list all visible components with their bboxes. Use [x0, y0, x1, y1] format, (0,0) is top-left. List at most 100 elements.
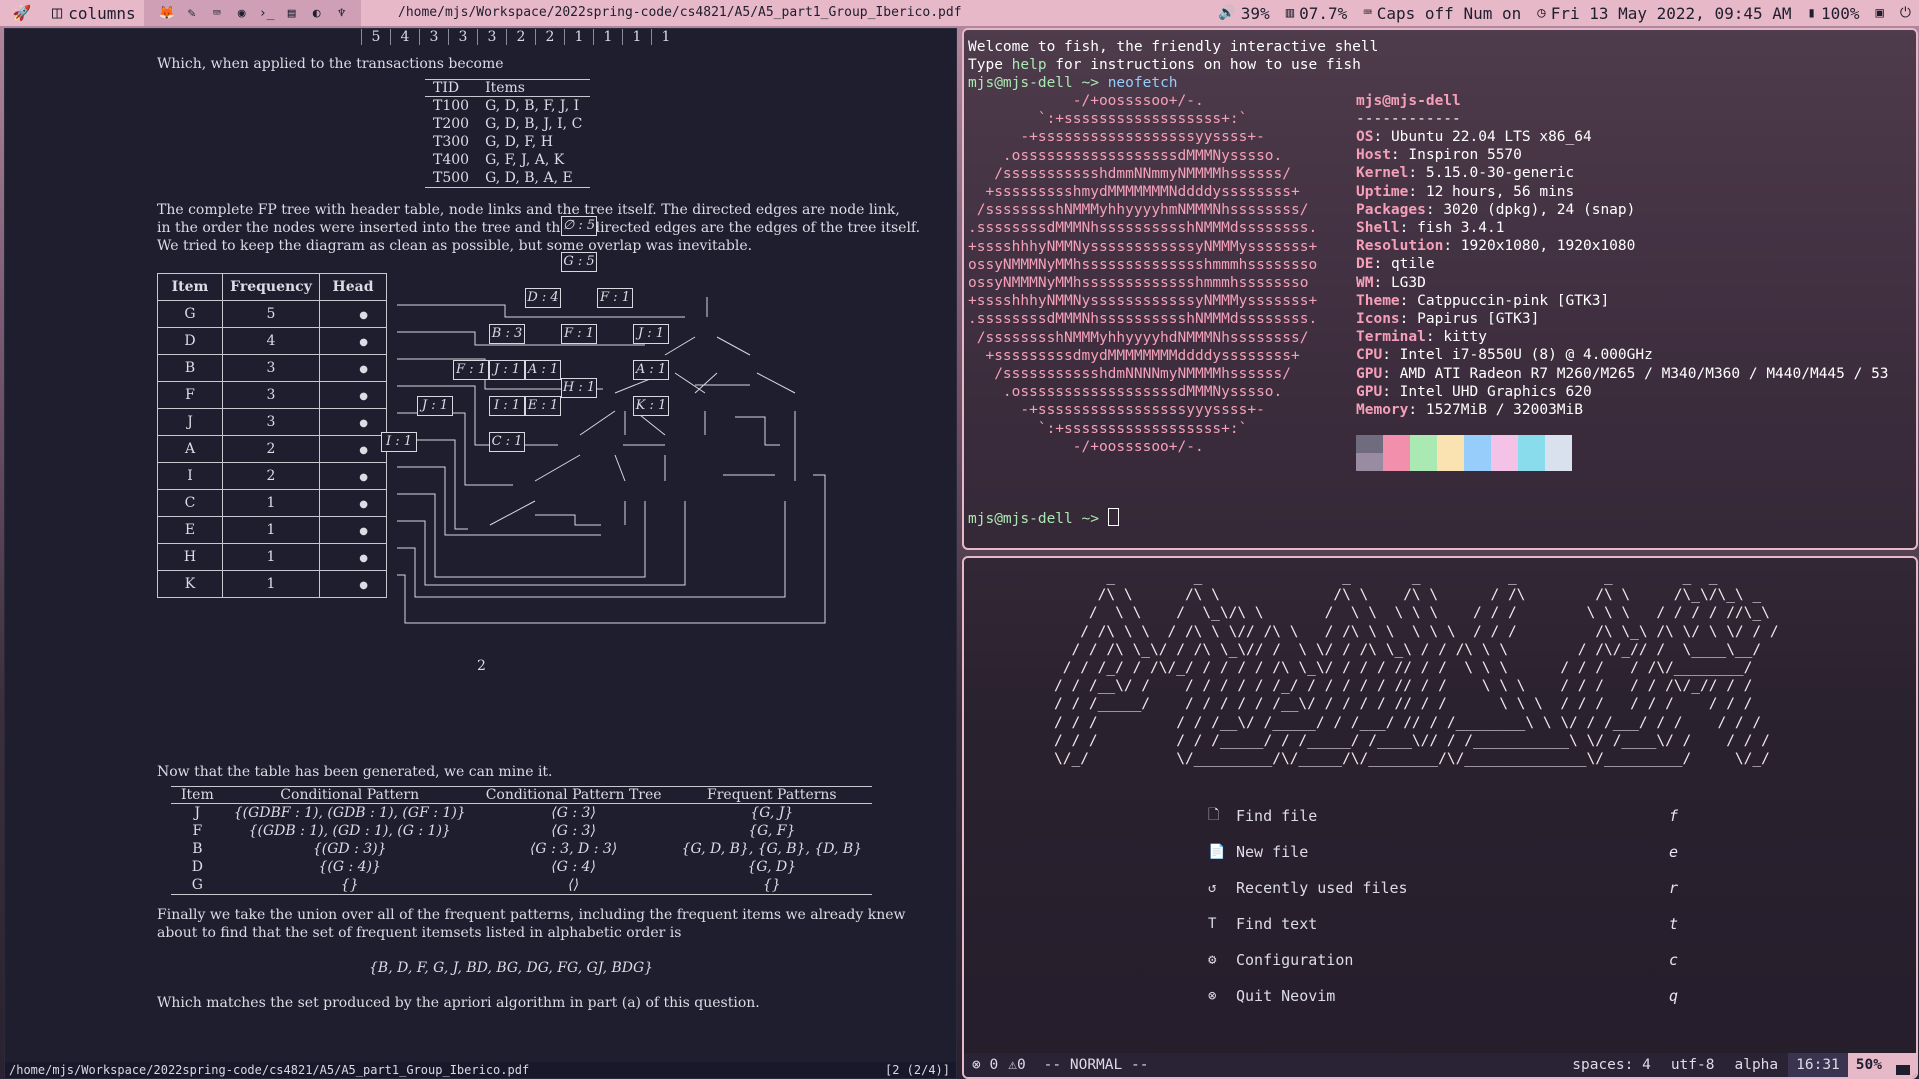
volume-widget[interactable]: 🔊 39%	[1210, 0, 1277, 26]
mining-row: D {(G : 4)} ⟨G : 4⟩ {G, D}	[171, 858, 872, 876]
header-row: A 2 ●	[157, 435, 387, 463]
header-item-cell: A	[157, 435, 223, 463]
ascii-art-line: .ssssssssdMMMNhsssssssssshNMMMdssssssss.	[968, 220, 1318, 237]
screenshot-button[interactable]: ▣	[1867, 0, 1891, 26]
ascii-art-line: -/+oossssoo+/-.	[968, 438, 1204, 455]
color-swatch	[1437, 435, 1464, 453]
dashboard-item-find-text[interactable]: T Find text t	[1208, 906, 1678, 942]
frequent-itemset: {B, D, F, G, J, BD, BG, DG, FG, GJ, BDG}	[369, 960, 654, 976]
ascii-art-line: .ssssssssdMMMNhsssssssssshNMMMdssssssss.	[968, 311, 1318, 328]
fox-app-icon[interactable]: 🦊	[158, 4, 176, 22]
terminal-app-icon[interactable]: ›_	[258, 4, 276, 22]
node-link-dot-icon: ●	[359, 580, 368, 591]
clock-widget[interactable]: ◷ Fri 13 May 2022, 09:45 AM	[1529, 0, 1799, 26]
header-row: D 4 ●	[157, 327, 387, 355]
mining-table: Item Conditional Pattern Conditional Patte…	[171, 786, 873, 895]
nf-separator: ------------	[1356, 111, 1461, 127]
dashboard-item-find-file[interactable]: 🗋 Find file f	[1208, 798, 1678, 834]
dashboard-item-quit-neovim[interactable]: ⊗ Quit Neovim q	[1208, 978, 1678, 1014]
pdf-status-path: /home/mjs/Workspace/2022spring-code/cs48…	[9, 1063, 530, 1077]
dashboard-item-configuration[interactable]: ⚙ Configuration c	[1208, 942, 1678, 978]
top-bar: 🚀 ◫ columns 🦊 ✎ ⌨ ◉ ›_ ▤ ◐ ♆ /home/mjs/W…	[0, 0, 1919, 26]
document-app-icon[interactable]: ▤	[283, 4, 301, 22]
fp-tree-node: B : 3	[489, 324, 525, 344]
paragraph-final-2: about to find that the set of frequent i…	[157, 925, 682, 941]
fp-tree-node: A : 1	[633, 360, 669, 380]
color-swatch	[1356, 453, 1383, 471]
mining-cell: ⟨⟩	[475, 876, 672, 895]
layout-indicator[interactable]: ◫ columns	[44, 0, 144, 26]
dashboard-item-label: Find text	[1236, 915, 1318, 933]
find-file-icon: 🗋	[1208, 807, 1220, 823]
logo-line: /\ \ /\ \ /\ \ /\ \ / /\ /\ \ /\_\/\_\ _	[1054, 587, 1762, 604]
keylock-value: Caps off Num on	[1376, 3, 1522, 23]
browser-app-icon[interactable]: ◉	[233, 4, 251, 22]
header-frequency-cell: 3	[222, 381, 320, 409]
header-frequency-cell: 3	[222, 354, 320, 382]
neofetch-value: fish 3.4.1	[1417, 220, 1505, 236]
battery-widget[interactable]: ▮ 100%	[1800, 0, 1868, 26]
header-row: G 5 ●	[157, 300, 387, 328]
mining-cell: {G, D, B}, {G, B}, {D, B}	[681, 841, 863, 857]
dashboard-item-recently-used-files[interactable]: ↺ Recently used files r	[1208, 870, 1678, 906]
clock-value: Fri 13 May 2022, 09:45 AM	[1550, 3, 1792, 23]
fp-tree-node: G : 5	[561, 252, 597, 272]
power-button[interactable]: ⏻	[1892, 0, 1919, 26]
neofetch-key: DE	[1356, 256, 1374, 273]
ascii-art-line: ossyNMMMNyMMhsssssssssssssshmmmhssssssso	[968, 256, 1318, 273]
columns-layout-icon: ◫	[52, 3, 63, 23]
header-row: C 1 ●	[157, 489, 387, 517]
editor-app-icon[interactable]: ✎	[183, 4, 201, 22]
memory-widget[interactable]: ▥ 07.7%	[1278, 0, 1356, 26]
mining-row: F {(GDB : 1), (GD : 1), (G : 1)} ⟨G : 3⟩ {G…	[171, 822, 872, 840]
chrome-app-icon[interactable]: ◐	[308, 4, 326, 22]
ascii-art-line: .ossssssssssssssssssdMMMNysssso.	[968, 147, 1283, 164]
prompt-line-2[interactable]: mjs@mjs-dell ~>	[968, 508, 1119, 528]
color-swatch	[1410, 453, 1437, 471]
header-head-cell: ●	[319, 516, 387, 544]
speaker-icon: 🔊	[1218, 5, 1236, 21]
color-swatch	[1356, 435, 1383, 453]
logo-line: / / /_____/ / / / / / /__\/ / / / / // /…	[1054, 696, 1753, 713]
header-item: Item	[157, 273, 223, 301]
mining-cell: G	[171, 876, 224, 895]
header-head-cell: ●	[319, 489, 387, 517]
mining-header-cell: Item	[171, 786, 224, 804]
volume-value: 39%	[1240, 3, 1270, 23]
pdf-viewer[interactable]: 54333221111 Which, when applied to the t…	[4, 28, 957, 1079]
header-item-cell: K	[157, 570, 223, 598]
neofetch-key: Shell	[1356, 220, 1400, 236]
neofetch-value: Intel UHD Graphics 620	[1399, 383, 1592, 400]
dashboard-item-new-file[interactable]: 📄 New file e	[1208, 834, 1678, 870]
neofetch-line: Icons: Papirus [GTK3]	[1356, 310, 1539, 328]
neofetch-value: 3020 (dpkg), 24 (snap)	[1443, 201, 1636, 218]
mining-cell: {(G : 4)}	[318, 859, 381, 875]
memory-value: 07.7%	[1299, 3, 1348, 23]
logo-line: / / / / / /__\/ /_____/ / /___/ // / /__…	[1054, 714, 1762, 731]
header-row: H 1 ●	[157, 543, 387, 571]
new-file-icon: 📄	[1208, 844, 1226, 860]
fp-tree-node: F : 1	[453, 360, 489, 380]
scroll-bar	[1890, 1053, 1916, 1077]
header-head-cell: ●	[319, 570, 387, 598]
header-row: E 1 ●	[157, 516, 387, 544]
node-link-dot-icon: ●	[359, 391, 368, 402]
statusline-right: spaces: 4 utf-8 alpha 16:31 50%	[1562, 1053, 1916, 1077]
mining-header-cell: Conditional Pattern	[223, 786, 476, 804]
keyboard-app-icon[interactable]: ⌨	[208, 4, 226, 22]
launcher-rocket-icon[interactable]: 🚀	[0, 0, 44, 26]
fp-tree-node: C : 1	[489, 432, 525, 452]
neofetch-line: GPU: AMD ATI Radeon R7 M260/M265 / M340/…	[1356, 365, 1889, 383]
header-head-cell: ●	[319, 408, 387, 436]
neofetch-line: Memory: 1527MiB / 32003MiB	[1356, 401, 1583, 419]
help-post: for instructions on how to use fish	[1046, 57, 1361, 73]
neofetch-key: OS	[1356, 129, 1374, 145]
color-swatch	[1464, 453, 1491, 471]
neovim-window[interactable]: _ _ _ _ _ _ _ _ /\ \ /\ \ /\ \ /\ \ / /\…	[962, 556, 1918, 1079]
kitty-terminal[interactable]: Welcome to fish, the friendly interactiv…	[962, 28, 1918, 550]
python-app-icon[interactable]: ♆	[333, 4, 351, 22]
recent-files-icon: ↺	[1208, 880, 1217, 896]
fp-tree-node: D : 4	[525, 288, 561, 308]
header-frequency-cell: 1	[222, 543, 320, 571]
neofetch-key: CPU	[1356, 347, 1383, 364]
